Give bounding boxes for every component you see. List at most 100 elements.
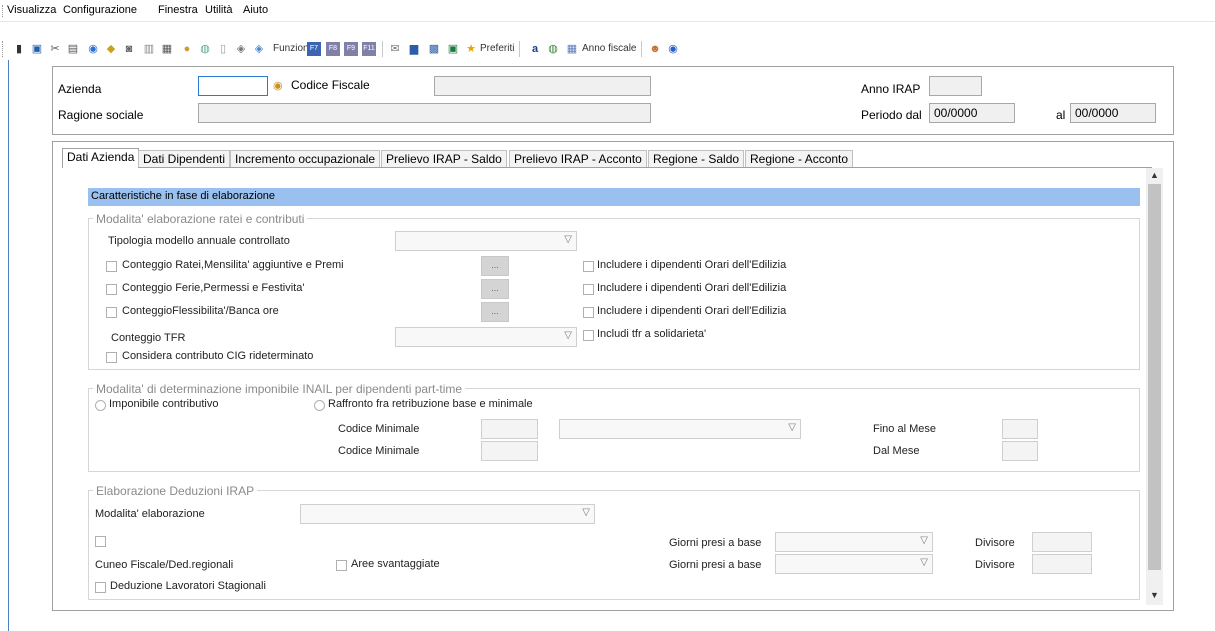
fino-al-mese-label: Fino al Mese [873, 423, 936, 435]
f7-icon[interactable]: F7 [307, 42, 321, 56]
codice-minimale-1-input[interactable] [481, 419, 538, 439]
ratei-browse-button[interactable]: ... [481, 256, 509, 276]
conteggio-ferie-checkbox[interactable] [106, 284, 117, 295]
menu-visualizza[interactable]: Visualizza [7, 4, 56, 16]
db-icon[interactable]: ◙ [122, 42, 136, 56]
save-icon[interactable]: ▣ [30, 42, 44, 56]
section-title-bar: Caratteristiche in fase di elaborazione [88, 188, 1140, 206]
preferiti-label[interactable]: Preferiti [480, 43, 514, 54]
al-input[interactable] [1070, 103, 1156, 123]
tab-dati-dipendenti[interactable]: Dati Dipendenti [138, 150, 231, 167]
al-label: al [1056, 108, 1066, 122]
tipologia-select[interactable]: ▽ [395, 231, 577, 251]
divisore-2-input[interactable] [1032, 554, 1092, 574]
chevron-down-icon: ▽ [920, 535, 928, 546]
aree-svantaggiate-checkbox[interactable] [336, 560, 347, 571]
deduzione-stagionali-label: Deduzione Lavoratori Stagionali [110, 580, 266, 592]
tab-prelievo-irap-acconto[interactable]: Prelievo IRAP - Acconto [509, 150, 647, 167]
scroll-up-icon[interactable]: ▲ [1146, 170, 1163, 184]
cut-icon[interactable]: ✂ [48, 42, 62, 56]
empty-checkbox[interactable] [95, 536, 106, 547]
globe-icon[interactable]: ◍ [198, 42, 212, 56]
scroll-down-icon[interactable]: ▼ [1146, 590, 1163, 604]
menu-utilita[interactable]: Utilità [205, 4, 233, 16]
anno-irap-input[interactable] [929, 76, 982, 96]
dal-mese-input[interactable] [1002, 441, 1038, 461]
f9-icon[interactable]: F9 [344, 42, 358, 56]
calendar2-icon[interactable]: ▦ [565, 42, 579, 56]
menu-grip [2, 5, 4, 17]
globe2-icon[interactable]: ◍ [546, 42, 560, 56]
divisore-1-input[interactable] [1032, 532, 1092, 552]
ferie-browse-button[interactable]: ... [481, 279, 509, 299]
mail-icon[interactable]: ✉ [388, 42, 402, 56]
conteggio-ferie-label: Conteggio Ferie,Permessi e Festivita' [122, 282, 305, 294]
codice-minimale-select[interactable]: ▽ [559, 419, 801, 439]
calc-icon[interactable]: ▦ [160, 42, 174, 56]
tab-regione-saldo[interactable]: Regione - Saldo [648, 150, 745, 167]
imponibile-radio[interactable] [95, 400, 106, 411]
font-icon[interactable]: a [528, 42, 542, 56]
window-left-border [8, 60, 9, 631]
help2-icon[interactable]: ◉ [666, 42, 680, 56]
includere-3-label: Includere i dipendenti Orari dell'Ediliz… [597, 305, 787, 317]
tag2-icon[interactable]: ◈ [252, 42, 266, 56]
tab-regione-acconto[interactable]: Regione - Acconto [745, 150, 854, 167]
excel-icon[interactable]: ▣ [446, 42, 460, 56]
menu-configurazione[interactable]: Configurazione [63, 4, 137, 16]
includi-tfr-checkbox[interactable] [583, 330, 594, 341]
tab-dati-azienda[interactable]: Dati Azienda [62, 148, 140, 168]
codice-minimale-1-label: Codice Minimale [338, 423, 420, 435]
cuneo-fiscale-label: Cuneo Fiscale/Ded.regionali [95, 559, 234, 571]
f11-icon[interactable]: F11 [362, 42, 376, 56]
chevron-down-icon: ▽ [582, 507, 590, 518]
conteggio-ratei-label: Conteggio Ratei,Mensilita' aggiuntive e … [122, 259, 344, 271]
flex-browse-button[interactable]: ... [481, 302, 509, 322]
tab-incremento-occupazionale[interactable]: Incremento occupazionale [230, 150, 381, 167]
azienda-input[interactable] [198, 76, 268, 96]
conteggio-ratei-checkbox[interactable] [106, 261, 117, 272]
anno-fiscale-label[interactable]: Anno fiscale [582, 43, 636, 54]
includere-2-checkbox[interactable] [583, 284, 594, 295]
print-icon[interactable]: ▤ [66, 42, 80, 56]
page-icon[interactable]: ▯ [216, 42, 230, 56]
help-icon[interactable]: ◉ [86, 42, 100, 56]
ragione-sociale-input[interactable] [198, 103, 651, 123]
f8-icon[interactable]: F8 [326, 42, 340, 56]
considera-cig-checkbox[interactable] [106, 352, 117, 363]
lookup-icon[interactable]: ◉ [273, 79, 283, 92]
tipologia-label: Tipologia modello annuale controllato [108, 235, 290, 247]
conteggio-tfr-select[interactable]: ▽ [395, 327, 577, 347]
deduzione-stagionali-checkbox[interactable] [95, 582, 106, 593]
azienda-label: Azienda [58, 82, 102, 96]
periodo-dal-input[interactable] [929, 103, 1015, 123]
modalita-elaborazione-select[interactable]: ▽ [300, 504, 595, 524]
group-inail-title: Modalita' di determinazione imponibile I… [93, 382, 466, 396]
menu-aiuto[interactable]: Aiuto [243, 4, 268, 16]
giorni-2-select[interactable]: ▽ [775, 554, 933, 574]
conteggio-flex-checkbox[interactable] [106, 307, 117, 318]
info-icon[interactable]: ◆ [104, 42, 118, 56]
aree-svantaggiate-label: Aree svantaggiate [351, 558, 440, 570]
user-icon[interactable]: ☻ [648, 42, 662, 56]
color-icon[interactable]: ● [180, 42, 194, 56]
document-icon[interactable]: ▥ [142, 42, 156, 56]
star-icon[interactable]: ★ [464, 42, 478, 56]
dal-mese-label: Dal Mese [873, 445, 920, 457]
tag-icon[interactable]: ◈ [234, 42, 248, 56]
chart-icon[interactable]: ▩ [427, 42, 441, 56]
giorni-1-select[interactable]: ▽ [775, 532, 933, 552]
considera-cig-label: Considera contributo CIG rideterminato [122, 350, 314, 362]
includere-1-checkbox[interactable] [583, 261, 594, 272]
scrollbar-thumb[interactable] [1148, 184, 1161, 570]
raffronto-radio[interactable] [314, 400, 325, 411]
tab-prelievo-irap-saldo[interactable]: Prelievo IRAP - Saldo [381, 150, 507, 167]
chevron-down-icon: ▽ [788, 422, 796, 433]
calendar-icon[interactable]: ▆ [407, 42, 421, 56]
pin-icon[interactable]: ▮ [12, 42, 26, 56]
includere-3-checkbox[interactable] [583, 307, 594, 318]
fino-al-mese-input[interactable] [1002, 419, 1038, 439]
codice-fiscale-input[interactable] [434, 76, 651, 96]
menu-finestra[interactable]: Finestra [158, 4, 198, 16]
codice-minimale-2-input[interactable] [481, 441, 538, 461]
